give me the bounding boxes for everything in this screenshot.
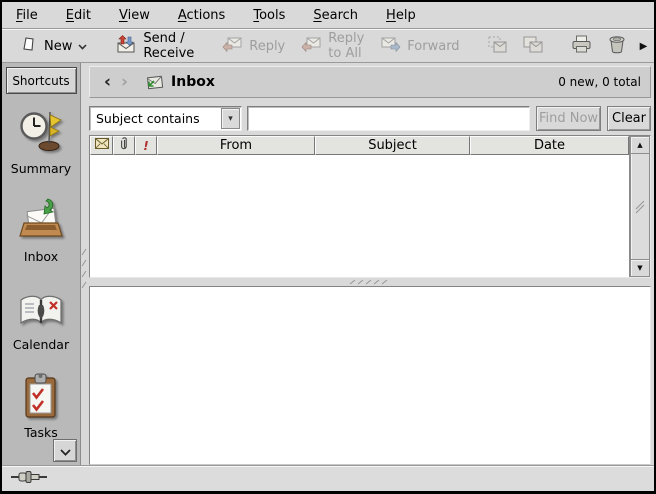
attachment-paperclip-icon (120, 136, 129, 155)
tasks-clipboard-icon (22, 371, 60, 419)
message-counts: 0 new, 0 total (558, 75, 641, 89)
trash-icon (608, 35, 626, 58)
reply-to-all-label: Reply to All (328, 31, 364, 61)
thumb-grip-hatch-icon (634, 200, 646, 214)
message-status-envelope-icon (95, 138, 109, 153)
reply-to-all-button[interactable]: Reply to All (295, 27, 370, 65)
sidebar-item-label: Inbox (24, 249, 58, 264)
toolbar-overflow-arrow-icon[interactable]: ▶ (640, 41, 650, 52)
new-document-icon (21, 36, 38, 57)
summary-clock-icon (19, 107, 63, 155)
main-toolbar: New Send / Receive (2, 29, 654, 63)
preview-splitter-handle[interactable] (89, 278, 651, 286)
find-now-button[interactable]: Find Now (536, 106, 601, 131)
inbox-tray-icon (17, 195, 65, 243)
send-receive-icon (115, 35, 137, 57)
menu-help[interactable]: Help (384, 6, 418, 25)
message-list-scrollbar[interactable]: ▲ ▼ (629, 136, 650, 277)
scroll-up-button[interactable]: ▲ (630, 136, 650, 154)
sidebar-splitter-handle[interactable] (81, 63, 87, 465)
send-receive-button[interactable]: Send / Receive (109, 27, 200, 65)
from-column-label: From (220, 138, 252, 153)
back-arrow-button[interactable]: ‹ (99, 74, 116, 91)
shortcuts-sidebar: Shortcuts Summary (2, 63, 81, 465)
sidebar-item-label: Tasks (24, 425, 58, 440)
chevron-down-icon (78, 39, 87, 54)
body-row: Shortcuts Summary (2, 63, 654, 465)
menu-search[interactable]: Search (311, 6, 360, 25)
menu-bar: File Edit View Actions Tools Search Help (2, 2, 654, 29)
date-column-label: Date (534, 138, 565, 153)
print-button[interactable] (565, 31, 598, 61)
menu-file[interactable]: File (14, 6, 40, 25)
new-button-label: New (44, 39, 72, 54)
sidebar-item-summary[interactable]: Summary (11, 107, 71, 176)
sidebar-scroll-down-button[interactable] (53, 439, 77, 462)
main-pane: ‹ › Inbox 0 new, 0 total Subject contain… (87, 63, 654, 465)
menu-tools[interactable]: Tools (251, 6, 287, 25)
new-button[interactable]: New (15, 32, 93, 61)
splitter-grip-hatch-icon (348, 279, 392, 285)
offline-plug-icon[interactable] (11, 469, 47, 488)
move-message-icon (488, 36, 507, 57)
folder-title: Inbox (171, 74, 215, 90)
message-list-header: ! From Subject Date (90, 136, 629, 155)
scroll-down-button[interactable]: ▼ (630, 259, 650, 277)
sidebar-item-calendar[interactable]: Calendar (13, 283, 69, 352)
column-header-message-status[interactable] (90, 136, 113, 155)
column-header-date[interactable]: Date (470, 136, 629, 155)
clear-label: Clear (612, 111, 646, 126)
forward-label: Forward (407, 39, 459, 54)
message-preview-pane[interactable] (89, 286, 651, 465)
column-header-attachment[interactable] (113, 136, 135, 155)
reply-label: Reply (249, 39, 285, 54)
forward-arrow-button[interactable]: › (116, 74, 133, 91)
calendar-book-icon (17, 283, 65, 331)
search-bar: Subject contains ▾ Find Now Clear (89, 106, 651, 131)
find-now-label: Find Now (539, 111, 598, 126)
splitter-grip-hatch-icon (81, 246, 87, 290)
menu-actions[interactable]: Actions (176, 6, 228, 25)
column-header-importance[interactable]: ! (135, 136, 157, 155)
sidebar-item-label: Calendar (13, 337, 69, 352)
send-receive-label: Send / Receive (143, 31, 194, 61)
search-query-input[interactable] (247, 106, 530, 131)
search-filter-dropdown[interactable]: Subject contains ▾ (89, 106, 242, 131)
forward-icon (380, 36, 401, 56)
combo-arrow-icon: ▾ (221, 108, 240, 129)
search-filter-value: Subject contains (90, 111, 221, 126)
sidebar-item-tasks[interactable]: Tasks (22, 371, 60, 440)
copy-message-button[interactable] (517, 32, 549, 61)
folder-header-bar: ‹ › Inbox 0 new, 0 total (89, 66, 651, 98)
printer-icon (571, 35, 592, 57)
status-bar (2, 465, 654, 491)
copy-message-icon (523, 36, 543, 57)
shortcuts-group-label: Shortcuts (12, 74, 69, 88)
subject-column-label: Subject (368, 138, 417, 153)
move-message-button[interactable] (482, 32, 513, 61)
reply-to-all-icon (301, 36, 322, 56)
importance-exclamation-icon: ! (143, 139, 148, 153)
reply-button[interactable]: Reply (216, 32, 291, 60)
clear-button[interactable]: Clear (607, 106, 651, 131)
shortcuts-group-button[interactable]: Shortcuts (6, 67, 77, 94)
menu-view[interactable]: View (117, 6, 152, 25)
forward-button[interactable]: Forward (374, 32, 465, 60)
reply-icon (222, 36, 243, 56)
inbox-folder-icon (145, 74, 164, 90)
chevron-down-icon (60, 441, 71, 460)
scrollbar-thumb[interactable] (630, 154, 650, 259)
sidebar-item-inbox[interactable]: Inbox (17, 195, 65, 264)
column-header-from[interactable]: From (157, 136, 315, 155)
message-list-pane: ! From Subject Date ▲ (89, 135, 651, 278)
column-header-subject[interactable]: Subject (315, 136, 470, 155)
menu-edit[interactable]: Edit (64, 6, 93, 25)
evolution-window: File Edit View Actions Tools Search Help… (0, 0, 656, 494)
sidebar-item-label: Summary (11, 161, 71, 176)
delete-button[interactable] (602, 31, 632, 62)
